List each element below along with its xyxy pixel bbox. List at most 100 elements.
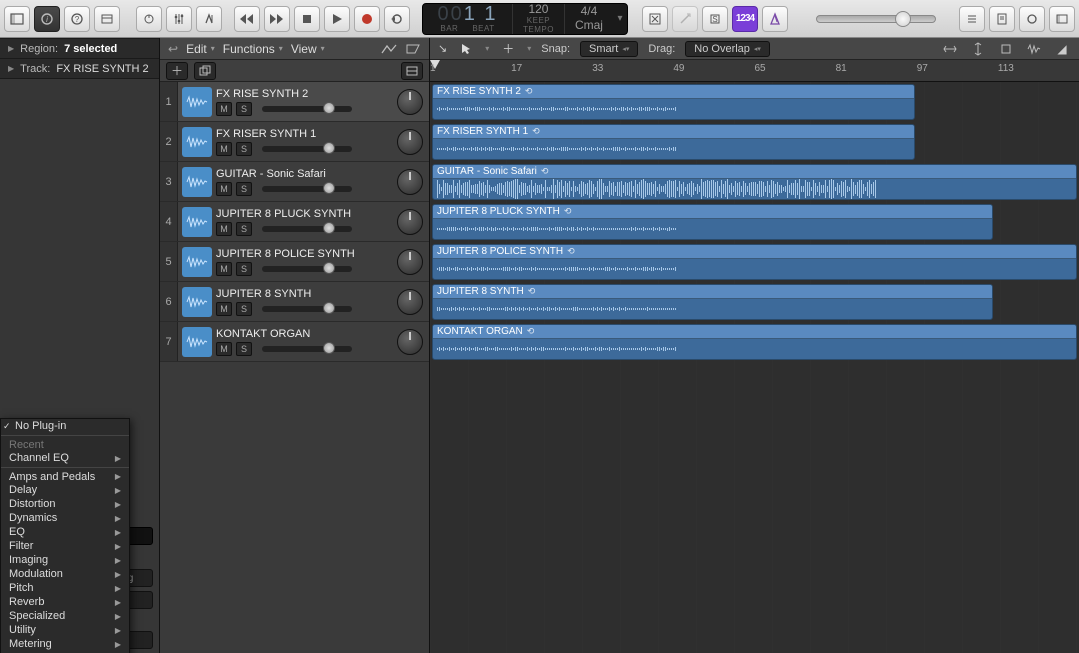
drag-select[interactable]: No Overlap◂▾: [685, 41, 770, 57]
disclosure-triangle-icon[interactable]: ▶: [8, 64, 14, 73]
plugin-menu-item[interactable]: Pitch▶: [1, 581, 129, 595]
mute-button[interactable]: M: [216, 302, 232, 316]
track-info-row[interactable]: ▶ Track: FX RISE SYNTH 2: [0, 58, 159, 78]
add-track-button[interactable]: ＋: [166, 62, 188, 80]
solo-icon[interactable]: S: [702, 6, 728, 32]
inspector-icon[interactable]: i: [34, 6, 60, 32]
cycle-button[interactable]: [384, 6, 410, 32]
track-pan-knob[interactable]: [397, 329, 423, 355]
back-icon[interactable]: ↩: [168, 42, 178, 56]
mute-button[interactable]: M: [216, 142, 232, 156]
flex-icon[interactable]: [405, 43, 421, 55]
pointer-tool-icon[interactable]: [457, 41, 475, 57]
track-volume-slider[interactable]: [262, 106, 352, 112]
waveform-zoom-icon[interactable]: [1025, 41, 1043, 57]
plugin-menu-item[interactable]: Utility▶: [1, 623, 129, 637]
mute-button[interactable]: M: [216, 262, 232, 276]
track-header[interactable]: 5JUPITER 8 POLICE SYNTHMS: [160, 242, 429, 282]
track-instrument-icon[interactable]: [182, 247, 212, 277]
plugin-menu-item[interactable]: EQ▶: [1, 525, 129, 539]
play-button[interactable]: [324, 6, 350, 32]
track-header[interactable]: 4JUPITER 8 PLUCK SYNTHMS: [160, 202, 429, 242]
plugin-menu-item[interactable]: Filter▶: [1, 539, 129, 553]
timeline-ruler[interactable]: 1173349658197113129: [430, 60, 1079, 82]
track-header[interactable]: 3GUITAR - Sonic SafariMS: [160, 162, 429, 202]
region[interactable]: GUITAR - Sonic Safari⟲: [432, 164, 1077, 200]
track-instrument-icon[interactable]: [182, 127, 212, 157]
library-icon[interactable]: [4, 6, 30, 32]
region[interactable]: FX RISER SYNTH 1⟲: [432, 124, 915, 160]
track-volume-slider[interactable]: [262, 146, 352, 152]
track-pan-knob[interactable]: [397, 129, 423, 155]
track-instrument-icon[interactable]: [182, 167, 212, 197]
region-area[interactable]: FX RISE SYNTH 2⟲ FX RISER SYNTH 1⟲ GUITAR …: [430, 82, 1079, 653]
track-header[interactable]: 7KONTAKT ORGANMS: [160, 322, 429, 362]
catch-playhead-icon[interactable]: ↘: [438, 42, 447, 55]
track-pan-knob[interactable]: [397, 209, 423, 235]
track-pan-knob[interactable]: [397, 169, 423, 195]
vertical-zoom-slider-icon[interactable]: ◢: [1053, 41, 1071, 57]
plugin-menu-item[interactable]: Channel EQ▶: [1, 451, 129, 465]
solo-button[interactable]: S: [236, 182, 252, 196]
solo-button[interactable]: S: [236, 142, 252, 156]
pencil-tool-icon[interactable]: ＋: [499, 41, 517, 57]
track-volume-slider[interactable]: [262, 266, 352, 272]
solo-button[interactable]: S: [236, 222, 252, 236]
track-volume-slider[interactable]: [262, 186, 352, 192]
region[interactable]: JUPITER 8 POLICE SYNTH⟲: [432, 244, 1077, 280]
disclosure-triangle-icon[interactable]: ▶: [8, 44, 14, 53]
track-volume-slider[interactable]: [262, 306, 352, 312]
edit-menu[interactable]: Edit▾: [186, 42, 215, 56]
lcd-dropdown-icon[interactable]: ▾: [613, 4, 627, 34]
region[interactable]: KONTAKT ORGAN⟲: [432, 324, 1077, 360]
duplicate-track-button[interactable]: [194, 62, 216, 80]
region[interactable]: FX RISE SYNTH 2⟲: [432, 84, 915, 120]
plugin-menu-item[interactable]: Modulation▶: [1, 567, 129, 581]
loop-browser-icon[interactable]: [1019, 6, 1045, 32]
mute-button[interactable]: M: [216, 182, 232, 196]
mute-button[interactable]: M: [216, 102, 232, 116]
zoom-fit-icon[interactable]: [997, 41, 1015, 57]
rewind-button[interactable]: [234, 6, 260, 32]
toolbar-icon[interactable]: [94, 6, 120, 32]
forward-button[interactable]: [264, 6, 290, 32]
smart-controls-icon[interactable]: [136, 6, 162, 32]
track-pan-knob[interactable]: [397, 289, 423, 315]
autopunch-icon[interactable]: [672, 6, 698, 32]
notepad-icon[interactable]: [989, 6, 1015, 32]
track-volume-slider[interactable]: [262, 346, 352, 352]
track-instrument-icon[interactable]: [182, 327, 212, 357]
view-menu[interactable]: View▾: [291, 42, 325, 56]
snap-select[interactable]: Smart◂▾: [580, 41, 638, 57]
plugin-menu-item[interactable]: Specialized▶: [1, 609, 129, 623]
list-editors-icon[interactable]: [959, 6, 985, 32]
plugin-menu-item[interactable]: Dynamics▶: [1, 511, 129, 525]
solo-button[interactable]: S: [236, 302, 252, 316]
plugin-menu-item[interactable]: Distortion▶: [1, 497, 129, 511]
solo-button[interactable]: S: [236, 342, 252, 356]
plugin-menu-item-none[interactable]: ✓No Plug-in: [1, 419, 129, 433]
track-instrument-icon[interactable]: [182, 87, 212, 117]
metronome-icon[interactable]: [762, 6, 788, 32]
region[interactable]: JUPITER 8 PLUCK SYNTH⟲: [432, 204, 993, 240]
media-browser-icon[interactable]: [1049, 6, 1075, 32]
editors-icon[interactable]: [196, 6, 222, 32]
mute-button[interactable]: M: [216, 222, 232, 236]
solo-button[interactable]: S: [236, 102, 252, 116]
track-instrument-icon[interactable]: [182, 207, 212, 237]
global-tracks-button[interactable]: [401, 62, 423, 80]
lcd-tempo[interactable]: 120: [528, 3, 548, 16]
replace-icon[interactable]: [642, 6, 668, 32]
automation-icon[interactable]: [381, 43, 397, 55]
track-volume-slider[interactable]: [262, 226, 352, 232]
plugin-menu-item[interactable]: Amps and Pedals▶: [1, 467, 129, 483]
region-info-row[interactable]: ▶ Region: 7 selected: [0, 38, 159, 58]
quickhelp-icon[interactable]: ?: [64, 6, 90, 32]
plugin-menu-item[interactable]: Delay▶: [1, 483, 129, 497]
plugin-menu-item[interactable]: Metering▶: [1, 637, 129, 651]
track-header[interactable]: 2FX RISER SYNTH 1MS: [160, 122, 429, 162]
plugin-menu-item[interactable]: Reverb▶: [1, 595, 129, 609]
mixer-icon[interactable]: [166, 6, 192, 32]
stop-button[interactable]: [294, 6, 320, 32]
track-instrument-icon[interactable]: [182, 287, 212, 317]
